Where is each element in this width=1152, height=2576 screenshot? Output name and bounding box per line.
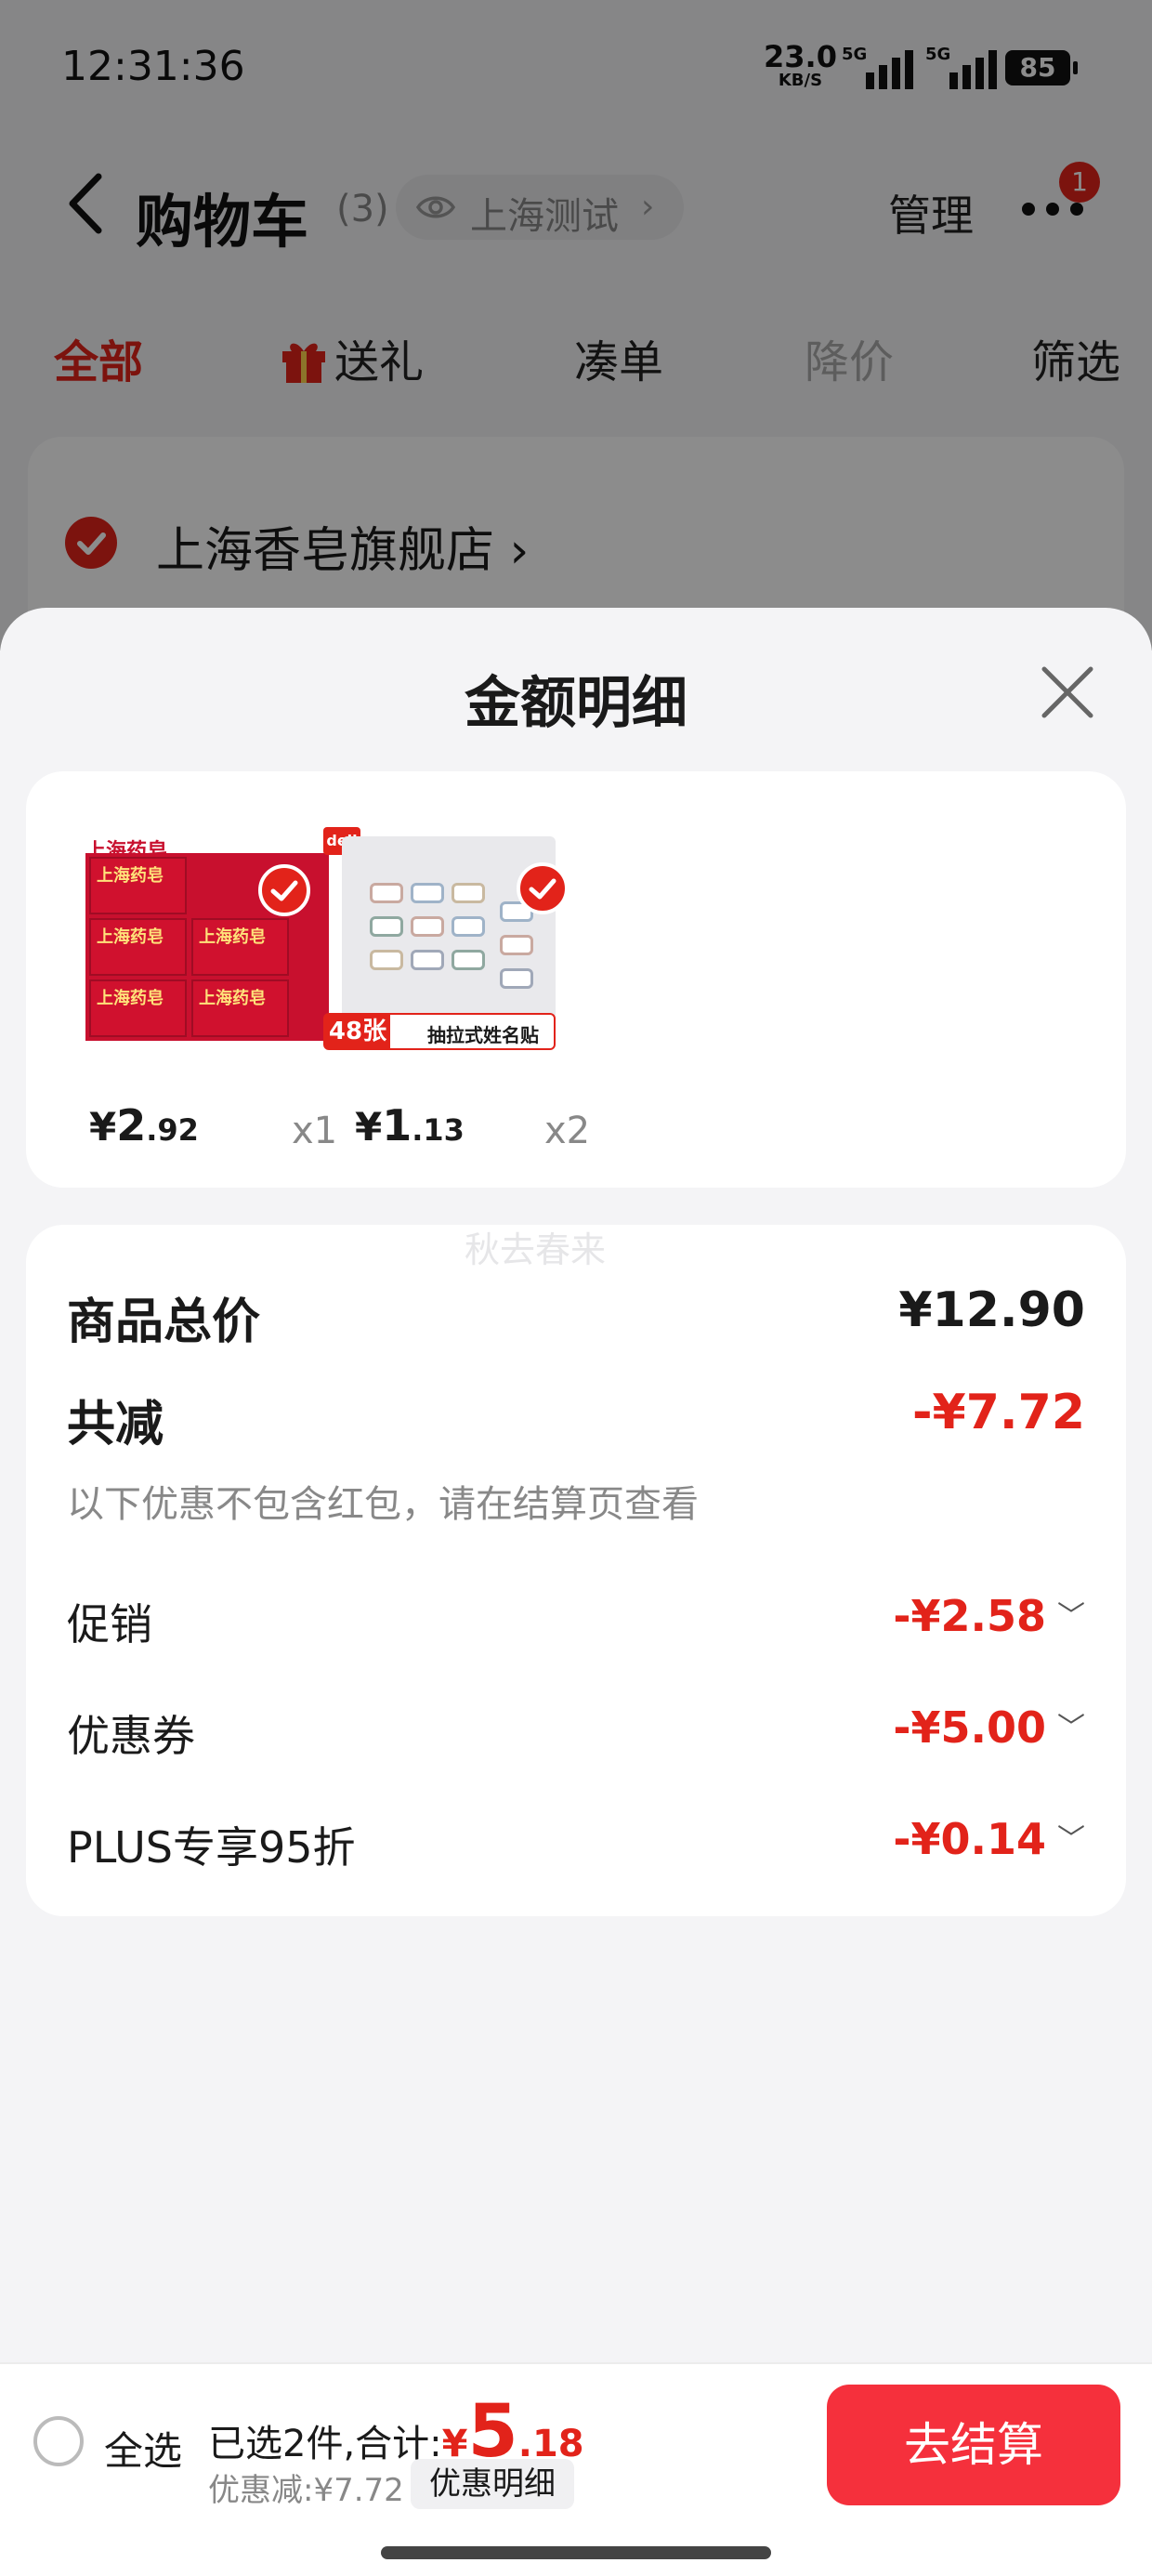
- product-item-sticker[interactable]: deli 48张 抽拉式姓名贴: [323, 827, 621, 1152]
- soap-cell-text: 上海药皂: [97, 927, 164, 947]
- chevron-down-icon: ﹀: [1057, 1823, 1085, 1856]
- sticker-label-band: 48张 抽拉式姓名贴: [323, 1013, 556, 1050]
- summary-label: 已选2件,合计:: [208, 2423, 442, 2465]
- product-price: ¥2.92: [89, 1100, 199, 1150]
- product-item-soap[interactable]: 上海药皂 上海药皂 上海药皂 上海药皂 上海药皂 上海药皂 ¥2.92 x1: [63, 827, 337, 1152]
- goods-card: 上海药皂 上海药皂 上海药皂 上海药皂 上海药皂 上海药皂 ¥2.92 x1 d…: [26, 771, 1126, 1188]
- discount-note: 以下优惠不包含红包，请在结算页查看: [67, 1483, 699, 1526]
- selected-check-icon[interactable]: [517, 862, 569, 914]
- discount-value: -¥2.58: [893, 1591, 1046, 1641]
- discount-detail-button[interactable]: 优惠明细: [411, 2459, 574, 2509]
- chevron-down-icon: ﹀: [1057, 1712, 1085, 1744]
- soap-cell-text: 上海药皂: [97, 866, 164, 886]
- price-dec: .92: [146, 1112, 199, 1148]
- select-all-radio[interactable]: [33, 2416, 84, 2466]
- product-image-sticker: deli 48张 抽拉式姓名贴: [323, 827, 556, 1050]
- discount-label: 优惠券: [67, 1711, 195, 1761]
- price-int: 2: [116, 1100, 147, 1150]
- price-dec: .13: [412, 1112, 465, 1148]
- soap-cell-text: 上海药皂: [199, 927, 266, 947]
- soap-cell-text: 上海药皂: [199, 989, 266, 1008]
- checkout-button[interactable]: 去结算: [827, 2385, 1120, 2505]
- home-indicator[interactable]: [381, 2546, 771, 2559]
- chevron-down-icon: ﹀: [1057, 1600, 1085, 1633]
- discount-value-wrap: -¥2.58 ﹀: [893, 1591, 1085, 1641]
- discount-label: PLUS专享95折: [67, 1822, 356, 1873]
- watermark: 秋去春来: [465, 1229, 607, 1270]
- discount-label: 促销: [67, 1599, 152, 1649]
- price-int: 1: [382, 1100, 412, 1150]
- price-detail-card: 商品总价 ¥12.90 共减 -¥7.72 以下优惠不包含红包，请在结算页查看 …: [26, 1225, 1126, 1916]
- checkout-bar: 全选 已选2件,合计:¥5.18 优惠减:¥7.72 优惠明细 去结算: [0, 2362, 1152, 2576]
- total-label: 商品总价: [67, 1295, 261, 1350]
- product-price: ¥1.13: [355, 1100, 465, 1150]
- discount-summary: 优惠减:¥7.72: [208, 2472, 404, 2509]
- selected-check-icon[interactable]: [258, 864, 310, 916]
- total-value: ¥12.90: [898, 1282, 1085, 1338]
- price-symbol: ¥: [89, 1104, 117, 1150]
- discount-value-wrap: -¥0.14 ﹀: [893, 1814, 1085, 1864]
- sticker-caption: 抽拉式姓名贴: [427, 1024, 539, 1046]
- select-all-label[interactable]: 全选: [104, 2420, 182, 2477]
- discount-value-wrap: -¥5.00 ﹀: [893, 1702, 1085, 1753]
- discount-value: -¥0.14: [893, 1814, 1046, 1864]
- discount-value: -¥5.00: [893, 1702, 1046, 1753]
- amount-detail-sheet: 金额明细 上海药皂 上海药皂 上海药皂 上海药皂 上海药皂 上海药皂 ¥2.92: [0, 608, 1152, 2576]
- product-qty: x2: [544, 1110, 591, 1152]
- reduce-label: 共减: [67, 1397, 164, 1452]
- close-icon[interactable]: [1039, 664, 1096, 721]
- modal-overlay[interactable]: [0, 0, 1152, 651]
- soap-cell-text: 上海药皂: [97, 989, 164, 1008]
- price-symbol: ¥: [355, 1104, 383, 1150]
- reduce-value: -¥7.72: [911, 1385, 1085, 1440]
- sticker-count: 48张: [325, 1015, 390, 1048]
- sheet-title: 金额明细: [465, 671, 687, 736]
